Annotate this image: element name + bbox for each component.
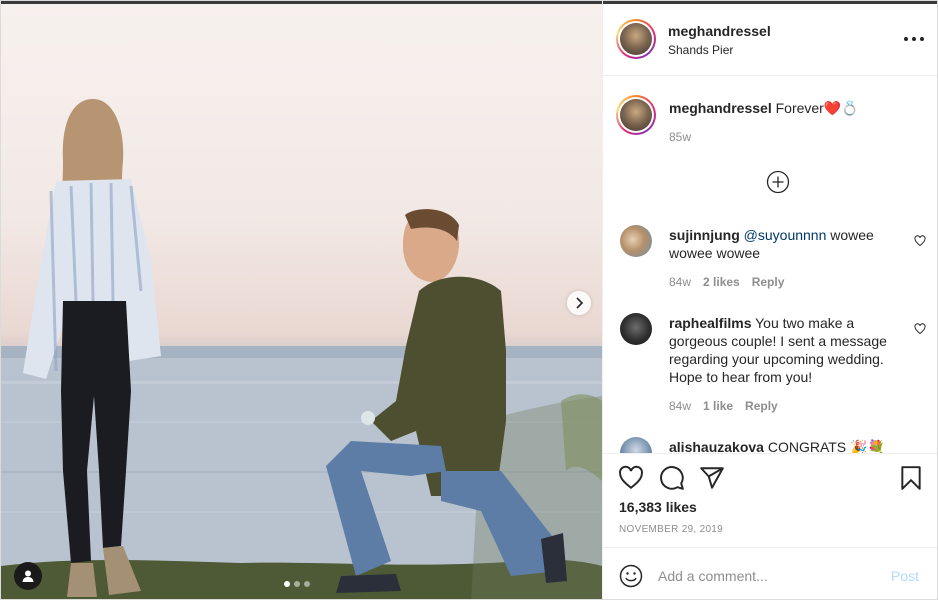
comment: alishauzakova CONGRATS 🎉💐 — [603, 435, 937, 453]
heart-icon[interactable] — [914, 235, 926, 247]
comment-mention[interactable]: @suyounnnn — [744, 227, 827, 243]
carousel-indicator — [284, 581, 310, 587]
emoji-icon[interactable] — [619, 564, 643, 588]
comment-text: sujinnjung @suyounnnn wowee wowee wowee — [669, 226, 907, 262]
post-location[interactable]: Shands Pier — [668, 43, 733, 57]
caption: meghandressel Forever❤️💍 85w — [603, 76, 937, 196]
carousel-dot — [284, 581, 290, 587]
comment-text: alishauzakova CONGRATS 🎉💐 — [669, 438, 907, 453]
comment-meta: 84w 1 like Reply — [669, 399, 778, 413]
avatar[interactable] — [620, 437, 652, 453]
avatar[interactable] — [620, 225, 652, 257]
comment-username[interactable]: raphealfilms — [669, 315, 751, 331]
comment-likes[interactable]: 2 likes — [703, 275, 740, 289]
caption-text: meghandressel Forever❤️💍 — [669, 100, 859, 117]
comment-composer: Post — [603, 547, 937, 599]
avatar[interactable] — [616, 95, 656, 135]
more-horizontal-icon — [904, 37, 908, 41]
post-username[interactable]: meghandressel — [668, 23, 771, 39]
comment-age: 84w — [669, 399, 692, 413]
comment-age: 84w — [669, 275, 692, 289]
next-slide-button[interactable] — [567, 291, 591, 315]
caption-age: 85w — [669, 130, 692, 144]
caption-username[interactable]: meghandressel — [669, 100, 772, 116]
proposal-scene — [1, 99, 602, 599]
more-options-button[interactable] — [904, 32, 924, 46]
avatar[interactable] — [616, 19, 656, 59]
post-button[interactable]: Post — [891, 568, 919, 584]
carousel-dot — [304, 581, 310, 587]
comment-likes[interactable]: 1 like — [703, 399, 733, 413]
chevron-right-icon — [576, 297, 584, 309]
comment-meta: 84w 2 likes Reply — [669, 275, 784, 289]
reply-button[interactable]: Reply — [752, 275, 785, 289]
tagged-users-button[interactable] — [14, 562, 42, 590]
comment-input[interactable] — [658, 565, 878, 587]
heart-icon[interactable] — [618, 465, 644, 491]
comment-text: raphealfilms You two make a gorgeous cou… — [669, 314, 907, 386]
bookmark-icon[interactable] — [898, 465, 924, 491]
likes-count[interactable]: 16,383 likes — [619, 499, 697, 515]
comment-body: CONGRATS 🎉💐 — [763, 439, 885, 453]
heart-icon[interactable] — [914, 323, 926, 335]
share-icon[interactable] — [699, 465, 725, 491]
post-date: NOVEMBER 29, 2019 — [619, 524, 724, 535]
comment-username[interactable]: sujinnjung — [669, 227, 740, 243]
comment-username[interactable]: alishauzakova — [669, 439, 764, 453]
reply-button[interactable]: Reply — [745, 399, 778, 413]
post-actions: 16,383 likes NOVEMBER 29, 2019 Post — [603, 453, 937, 599]
post-header: meghandressel Shands Pier — [603, 4, 937, 76]
post-sidebar: meghandressel Shands Pier meghandressel … — [602, 1, 937, 599]
instagram-post: meghandressel Shands Pier meghandressel … — [0, 0, 938, 600]
comment-icon[interactable] — [659, 465, 685, 491]
post-photo[interactable] — [1, 1, 602, 599]
user-icon — [22, 570, 34, 582]
avatar[interactable] — [620, 313, 652, 345]
caption-body: Forever❤️💍 — [775, 100, 859, 116]
load-more-comments-icon[interactable] — [766, 170, 790, 194]
carousel-dot — [294, 581, 300, 587]
